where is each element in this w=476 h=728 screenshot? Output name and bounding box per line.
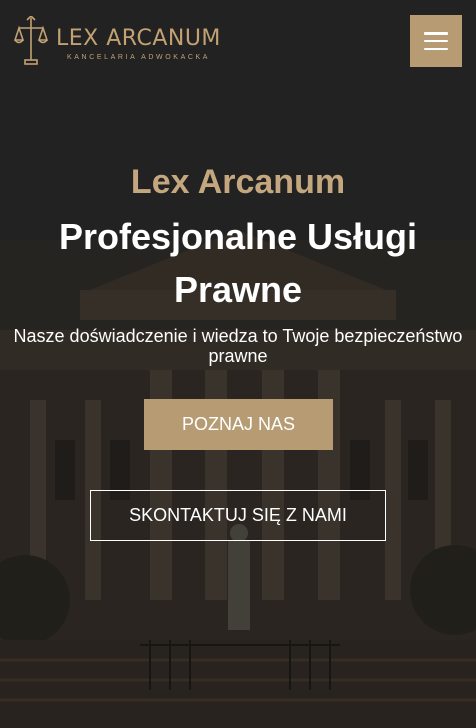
contact-us-button[interactable]: SKONTAKTUJ SIĘ Z NAMI — [90, 490, 386, 541]
hero-brand-name: Lex Arcanum — [130, 163, 346, 201]
hero-headline: Profesjonalne Usługi Prawne — [58, 216, 418, 310]
hero-section: LEX ARCANUM KANCELARIA ADWOKACKA Lex Arc… — [0, 0, 476, 728]
logo-tagline: KANCELARIA ADWOKACKA — [67, 54, 211, 61]
logo-name: LEX ARCANUM — [56, 26, 221, 51]
site-logo[interactable]: LEX ARCANUM KANCELARIA ADWOKACKA — [14, 16, 234, 68]
poznaj-nas-button[interactable]: POZNAJ NAS — [144, 399, 333, 450]
menu-toggle-button[interactable] — [410, 15, 462, 67]
scales-of-justice-icon — [14, 16, 48, 65]
hamburger-menu-icon — [424, 32, 448, 50]
hero-subtext: Nasze doświadczenie i wiedza to Twoje be… — [13, 326, 463, 366]
